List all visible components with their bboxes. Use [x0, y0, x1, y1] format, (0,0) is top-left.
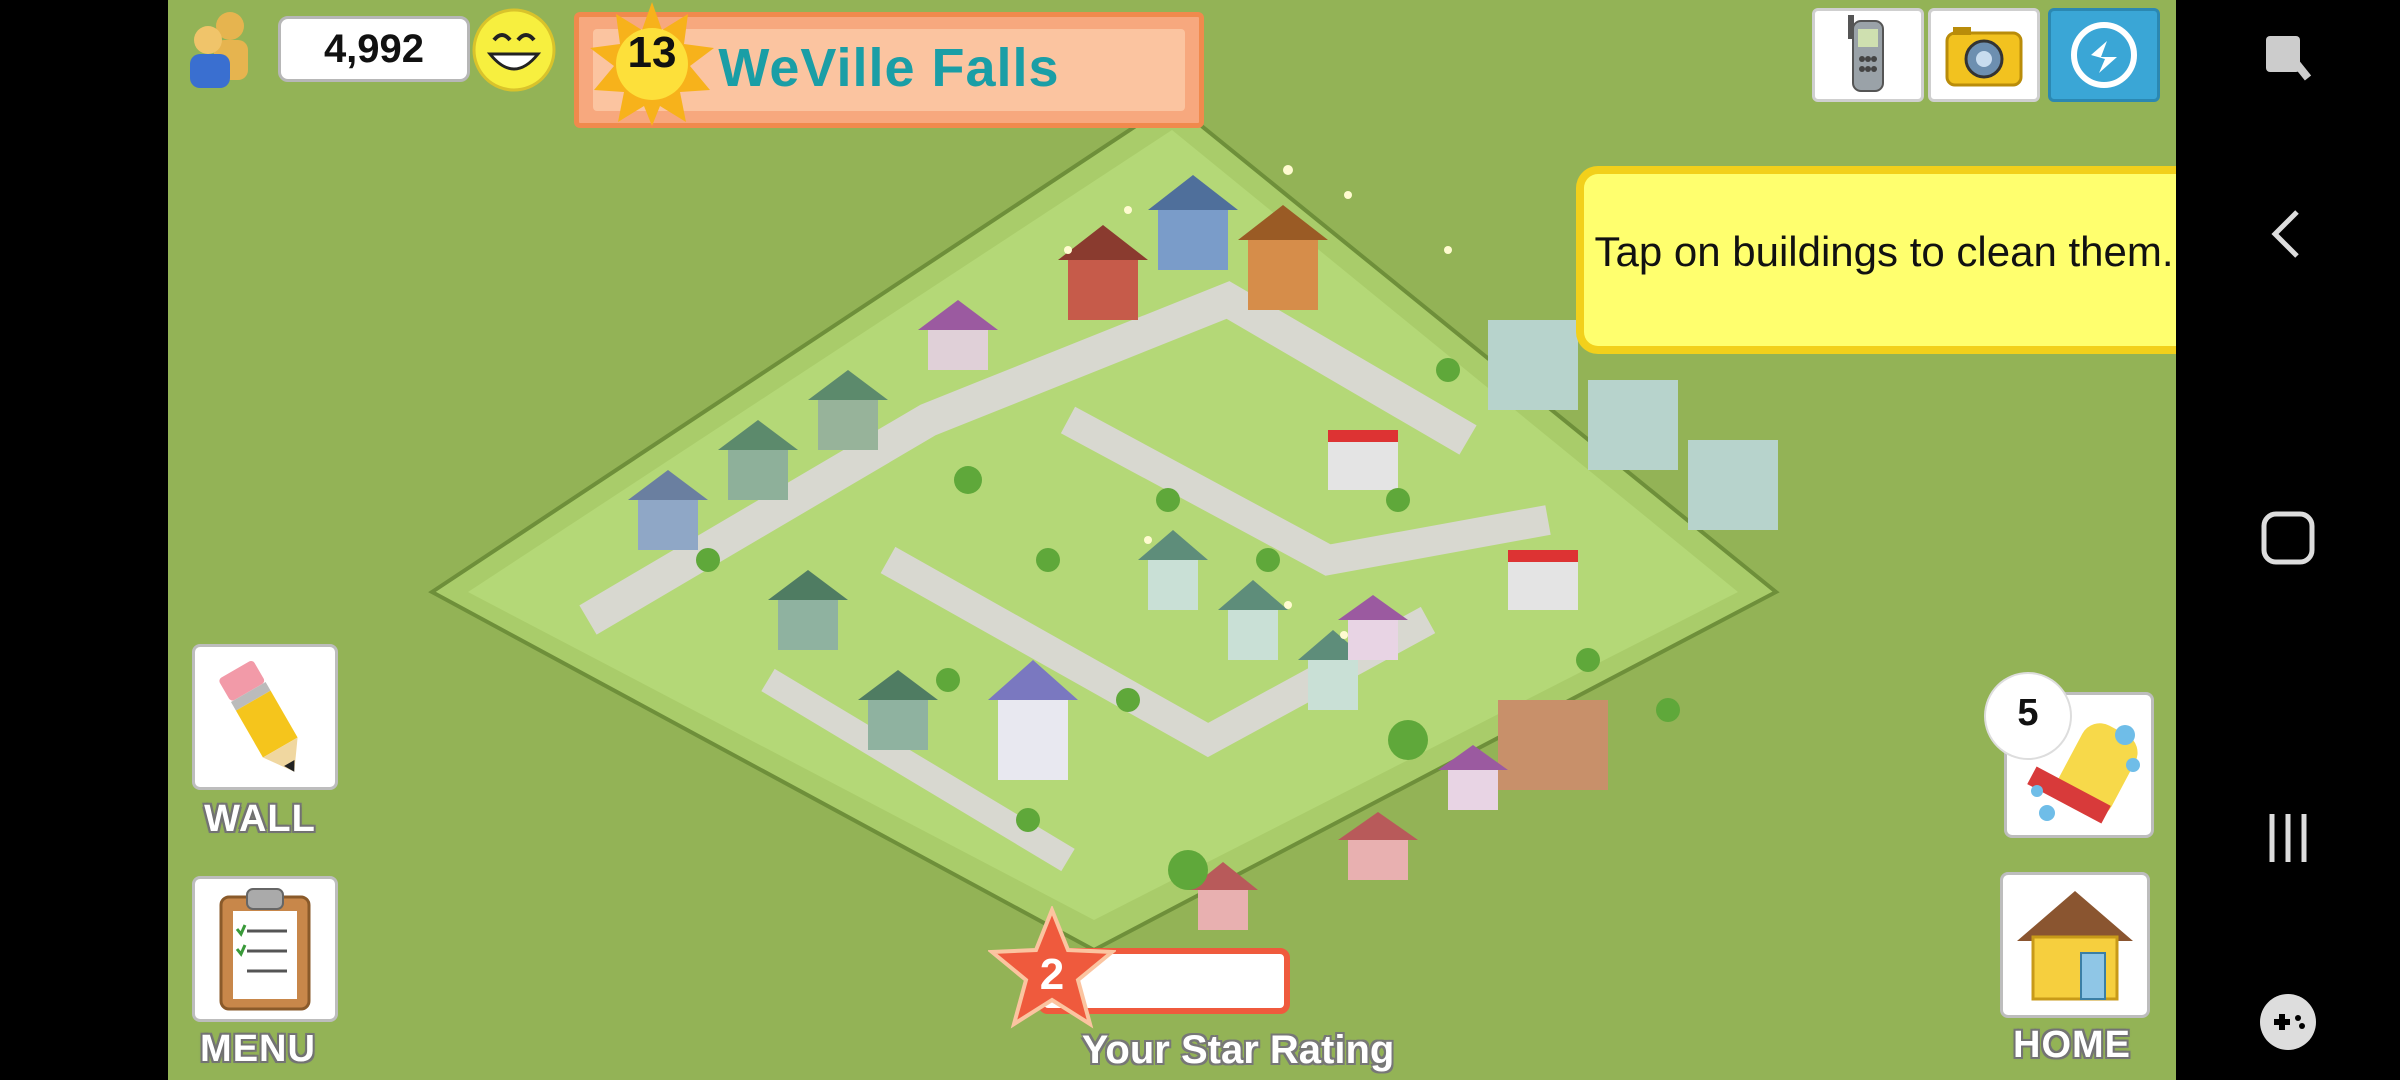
recent-apps-icon — [2269, 814, 2307, 862]
phone-button[interactable] — [1812, 8, 1924, 102]
star-rating-label: Your Star Rating — [1081, 1028, 1395, 1072]
camera-icon — [1945, 27, 2023, 87]
star-rating-star[interactable]: 2 — [986, 904, 1118, 1034]
game-tools-button[interactable] — [2176, 990, 2400, 1054]
share-icon — [2071, 22, 2137, 88]
home-label: HOME — [2013, 1024, 2131, 1066]
recent-apps-button[interactable] — [2176, 808, 2400, 868]
phone-icon — [1848, 15, 1884, 92]
home-nav-button[interactable] — [2176, 508, 2400, 568]
star-rating-value: 2 — [1039, 950, 1065, 999]
menu-button[interactable] — [192, 876, 338, 1022]
android-navbar — [2176, 0, 2400, 1080]
screenshot-edit-button[interactable] — [2176, 28, 2400, 88]
population-counter: 4,992 — [278, 16, 470, 82]
pencil-icon — [219, 660, 298, 772]
game-viewport[interactable]: 4,992 WeVille Falls 13 Tap on buildings … — [168, 0, 2176, 1080]
population-icon — [180, 6, 260, 90]
clean-count: 5 — [2017, 692, 2039, 734]
back-button[interactable] — [2176, 204, 2400, 264]
camera-button[interactable] — [1928, 8, 2040, 102]
screenshot-edit-icon — [2266, 36, 2312, 81]
house-icon — [2017, 891, 2133, 1001]
clean-count-badge: 5 — [1986, 674, 2070, 758]
level-badge: 13 — [588, 0, 716, 128]
happiness-smiley-icon[interactable] — [472, 8, 556, 92]
back-icon — [2271, 210, 2299, 258]
menu-label: MENU — [200, 1028, 316, 1070]
population-value: 4,992 — [323, 26, 425, 71]
game-tools-icon — [2260, 994, 2316, 1050]
wall-label: WALL — [204, 798, 316, 840]
wall-button[interactable] — [192, 644, 338, 790]
share-button[interactable] — [2048, 8, 2160, 102]
clipboard-icon — [219, 888, 311, 1011]
tooltip-text: Tap on buildings to clean them. — [1594, 228, 2174, 275]
tutorial-tooltip: Tap on buildings to clean them. — [1576, 166, 2176, 354]
level-number: 13 — [627, 28, 677, 77]
city-map[interactable] — [168, 0, 2176, 1080]
home-circle-icon — [2261, 511, 2315, 565]
home-button[interactable] — [2000, 872, 2150, 1018]
